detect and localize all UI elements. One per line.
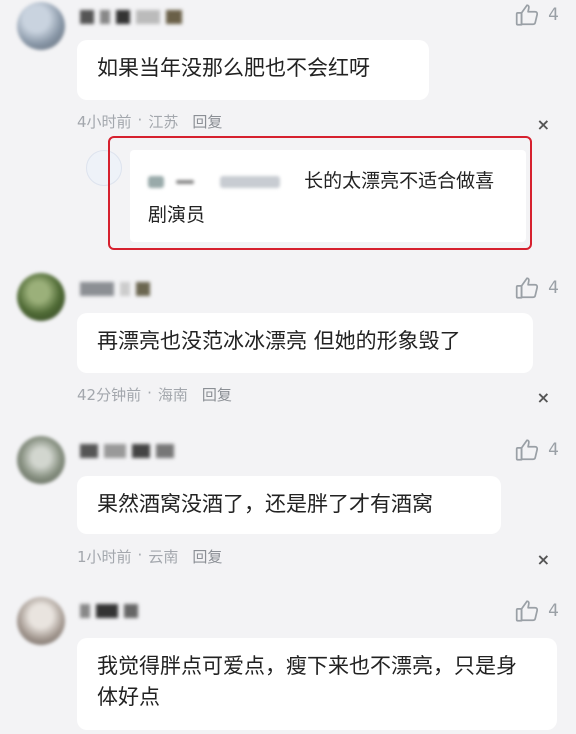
avatar[interactable] xyxy=(17,436,65,484)
reply-link[interactable]: 回复 xyxy=(192,111,222,132)
like-count: 4 xyxy=(548,440,559,460)
comment-location: 云南 xyxy=(148,548,179,566)
avatar[interactable] xyxy=(17,2,65,50)
thumbs-up-icon xyxy=(516,277,539,299)
comment-bubble: 如果当年没那么肥也不会红呀 xyxy=(77,40,429,100)
meta-separator: · xyxy=(137,546,143,564)
highlight-box xyxy=(108,136,532,250)
comment-location: 江苏 xyxy=(148,113,179,131)
comment-meta: 42分钟前 · 海南 回复 xyxy=(77,384,232,405)
like-button[interactable]: 4 xyxy=(514,275,559,301)
avatar[interactable] xyxy=(17,273,65,321)
comment-text: 果然酒窝没酒了，还是胖了才有酒窝 xyxy=(97,492,433,516)
close-icon[interactable]: × xyxy=(537,115,550,134)
comment-location: 海南 xyxy=(157,386,188,404)
avatar[interactable] xyxy=(17,597,65,645)
comment-meta: 1小时前 · 云南 回复 xyxy=(77,546,222,567)
meta-separator: · xyxy=(137,111,143,129)
username-blurred[interactable] xyxy=(80,440,180,460)
like-button[interactable]: 4 xyxy=(514,2,559,28)
close-icon[interactable]: × xyxy=(537,550,550,569)
thumbs-up-icon xyxy=(516,4,539,26)
comment-text: 再漂亮也没范冰冰漂亮 但她的形象毁了 xyxy=(97,329,461,353)
username-blurred[interactable] xyxy=(80,6,190,26)
comment-time: 42分钟前 xyxy=(77,386,142,404)
reply-link[interactable]: 回复 xyxy=(192,546,222,567)
like-count: 4 xyxy=(548,5,559,25)
meta-separator: · xyxy=(147,384,152,402)
reply-link[interactable]: 回复 xyxy=(202,384,232,405)
username-blurred[interactable] xyxy=(80,278,190,298)
like-count: 4 xyxy=(548,601,559,621)
comment-text: 我觉得胖点可爱点，瘦下来也不漂亮，只是身体好点 xyxy=(97,654,517,709)
like-count: 4 xyxy=(548,278,559,298)
comment-bubble: 果然酒窝没酒了，还是胖了才有酒窝 xyxy=(77,476,501,534)
thumbs-up-icon xyxy=(516,439,539,461)
close-icon[interactable]: × xyxy=(537,388,550,407)
comment-meta: 4小时前 · 江苏 回复 xyxy=(77,111,222,132)
like-button[interactable]: 4 xyxy=(514,598,559,624)
comment-time: 1小时前 xyxy=(77,548,132,566)
comment-time: 4小时前 xyxy=(77,113,132,131)
comment-bubble: 我觉得胖点可爱点，瘦下来也不漂亮，只是身体好点 xyxy=(77,638,557,730)
thumbs-up-icon xyxy=(516,600,539,622)
username-blurred[interactable] xyxy=(80,600,150,620)
like-button[interactable]: 4 xyxy=(514,437,559,463)
comment-text: 如果当年没那么肥也不会红呀 xyxy=(97,56,370,80)
comment-bubble: 再漂亮也没范冰冰漂亮 但她的形象毁了 xyxy=(77,313,533,373)
